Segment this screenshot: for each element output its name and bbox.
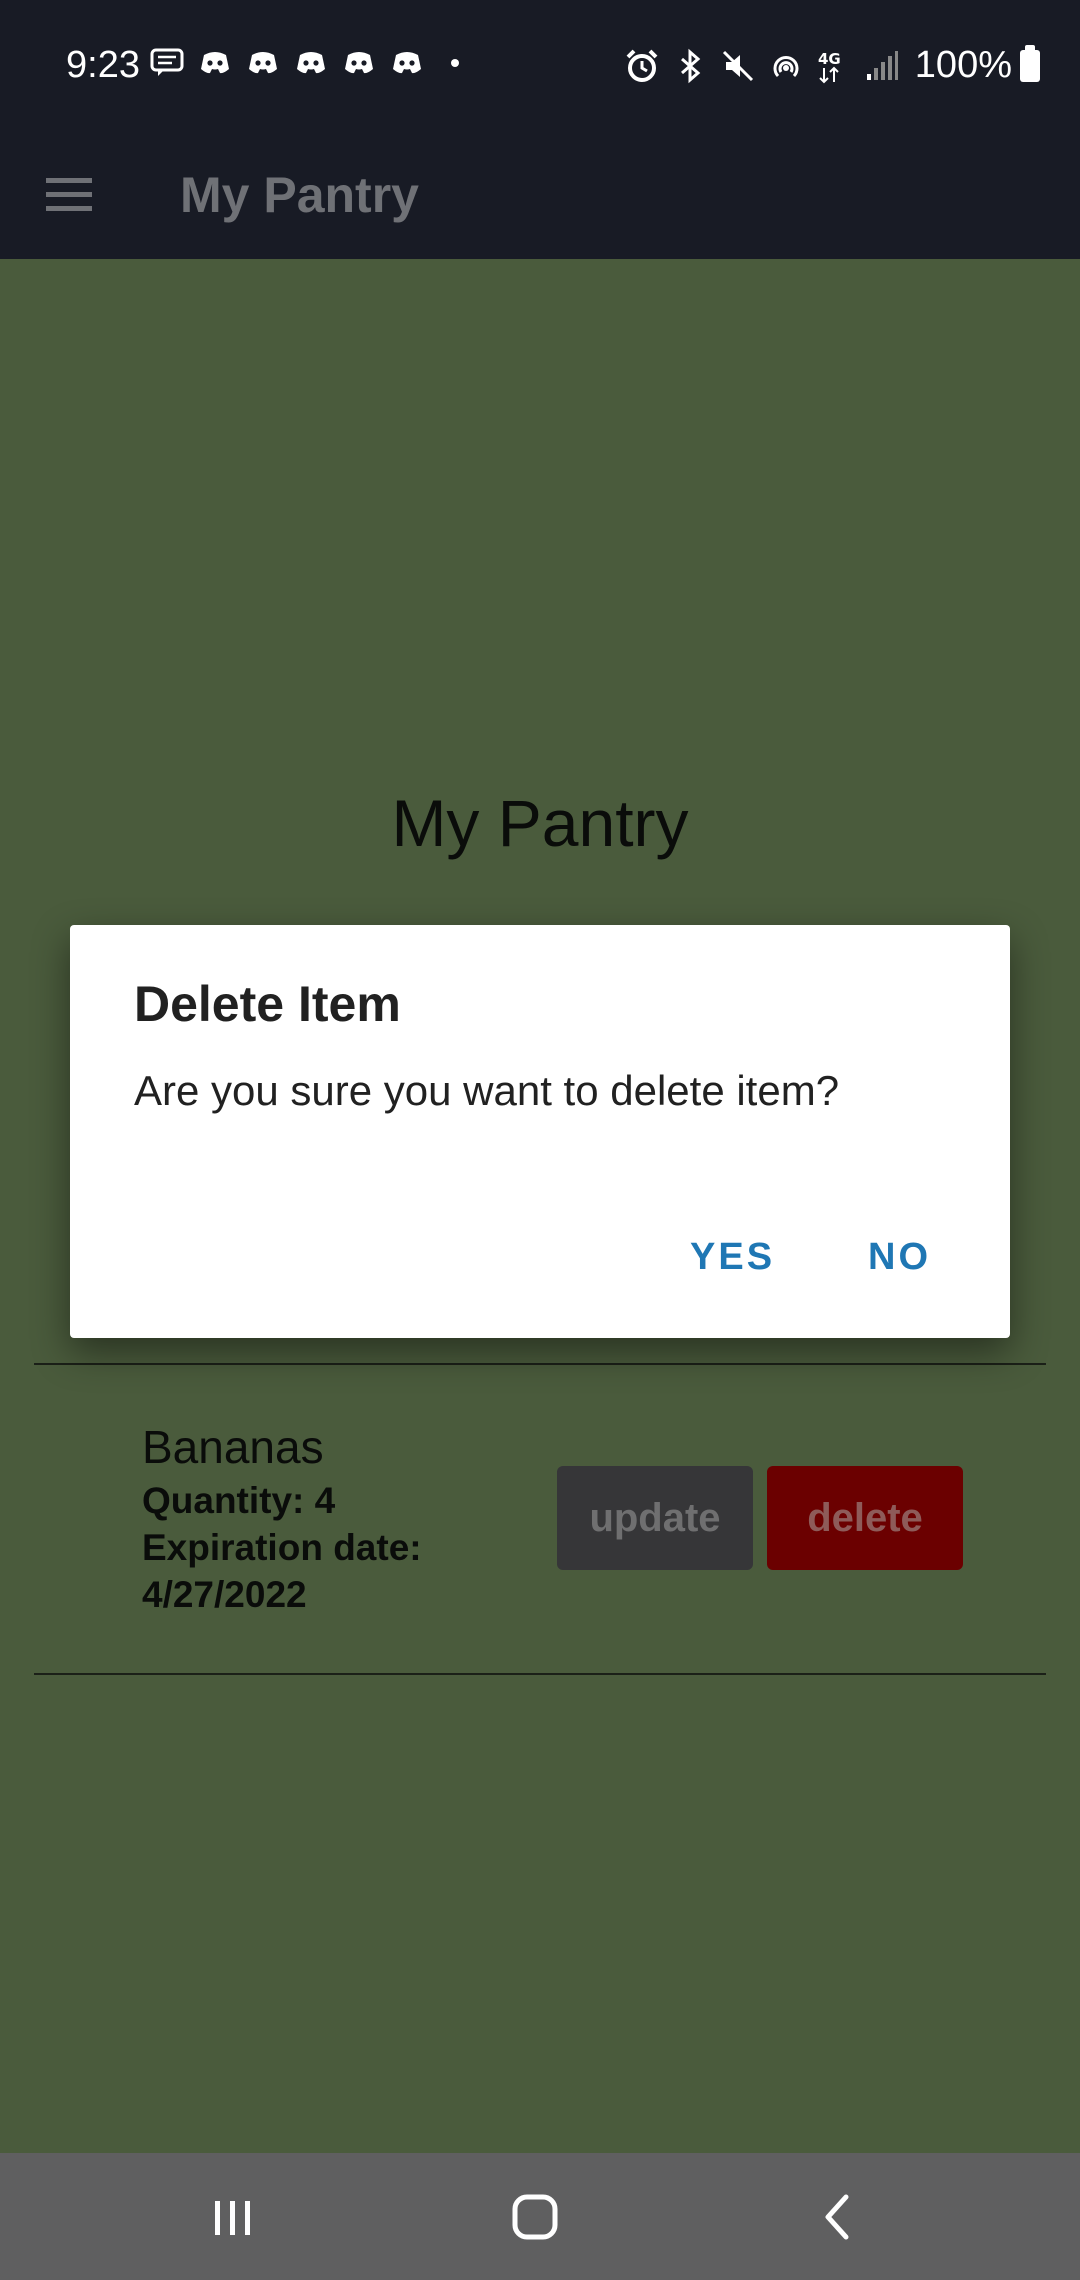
bluetooth-icon [672, 48, 708, 84]
item-expiration-label: Expiration date: [142, 1527, 422, 1568]
home-icon[interactable] [495, 2177, 575, 2257]
notification-icons [150, 48, 472, 78]
discord-icon [342, 48, 376, 78]
discord-icon [246, 48, 280, 78]
status-bar: 9:23 4G 100% [0, 0, 1080, 135]
delete-dialog: Delete Item Are you sure you want to del… [70, 925, 1010, 1338]
item-quantity: Quantity: 4 [142, 1480, 336, 1521]
navigation-bar [0, 2153, 1080, 2280]
yes-button[interactable]: YES [674, 1228, 791, 1287]
battery-indicator: 100% [915, 44, 1040, 87]
list-divider [34, 1673, 1046, 1675]
dot-icon [438, 48, 472, 78]
recent-apps-icon[interactable] [193, 2177, 273, 2257]
mute-icon [720, 48, 756, 84]
app-bar: My Pantry [0, 135, 1080, 259]
item-expiration-date: 4/27/2022 [142, 1574, 307, 1615]
back-icon[interactable] [798, 2177, 878, 2257]
discord-icon [390, 48, 424, 78]
battery-percentage: 100% [914, 44, 1012, 86]
status-time: 9:23 [66, 44, 140, 86]
no-button[interactable]: NO [852, 1228, 947, 1287]
discord-icon [294, 48, 328, 78]
app-screen: 9:23 4G 100% My Pantry My Pantry Bananas… [0, 0, 1080, 2280]
system-icons: 4G [624, 48, 900, 84]
4g-icon: 4G [816, 48, 852, 84]
hamburger-menu-icon[interactable] [38, 163, 100, 225]
alarm-icon [624, 48, 660, 84]
dialog-message: Are you sure you want to delete item? [134, 1067, 840, 1114]
discord-icon [198, 48, 232, 78]
battery-icon [1020, 44, 1040, 82]
page-title: My Pantry [391, 786, 689, 860]
dialog-title: Delete Item [134, 976, 401, 1032]
hotspot-icon [768, 48, 804, 84]
app-title: My Pantry [180, 167, 419, 223]
svg-text:4G: 4G [818, 50, 841, 68]
list-divider [34, 1363, 1046, 1365]
delete-button[interactable]: delete [767, 1466, 963, 1570]
item-name: Bananas [142, 1421, 324, 1473]
signal-icon [864, 48, 900, 84]
message-icon [150, 48, 184, 78]
update-button[interactable]: update [557, 1466, 753, 1570]
